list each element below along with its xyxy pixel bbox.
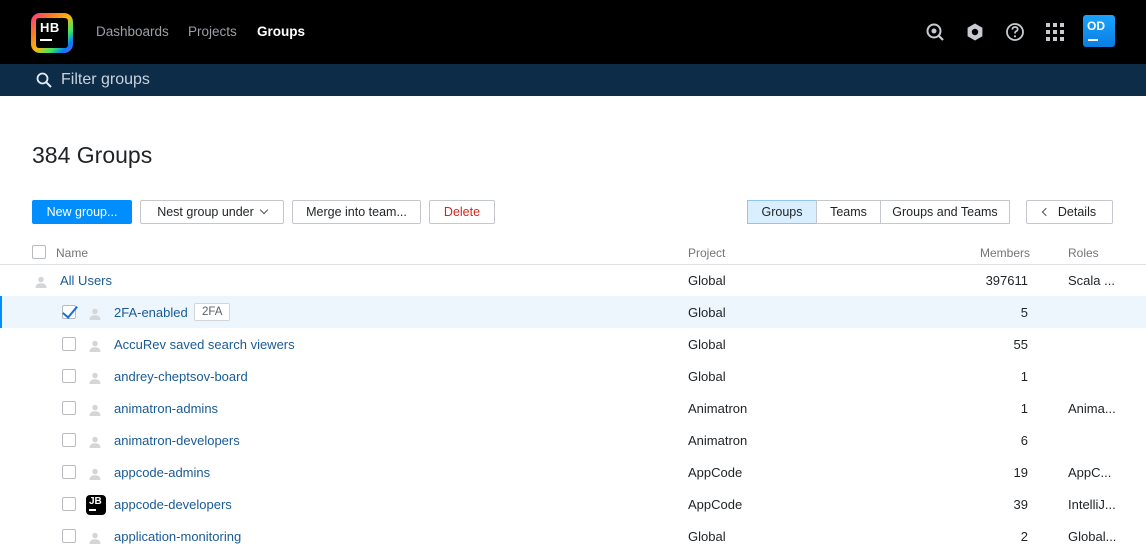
- group-icon: [88, 339, 102, 353]
- selection-indicator: [0, 296, 2, 328]
- table-row[interactable]: animatron-developers Animatron 6: [0, 424, 1146, 456]
- logo-text: HB: [40, 20, 60, 35]
- table-row[interactable]: application-monitoring Global 2 Global..…: [0, 520, 1146, 552]
- group-project: Animatron: [688, 401, 748, 416]
- filter-bar: [0, 64, 1146, 96]
- table-row[interactable]: andrey-cheptsov-board Global 1: [0, 360, 1146, 392]
- merge-into-team-button[interactable]: Merge into team...: [292, 200, 421, 224]
- view-toggle-groups-and-teams[interactable]: Groups and Teams: [880, 200, 1010, 224]
- jb-letters: JB: [89, 496, 102, 507]
- avatar-bar: [1088, 39, 1098, 41]
- group-members-count: 1: [1020, 401, 1028, 416]
- group-icon: [88, 435, 102, 449]
- group-members-count: 55: [1013, 337, 1028, 352]
- chevron-down-icon: [259, 205, 269, 215]
- nav-dashboards[interactable]: Dashboards: [96, 24, 169, 39]
- nest-group-label: Nest group under: [157, 205, 254, 219]
- group-project: Global: [688, 273, 726, 288]
- group-roles: Anima...: [1068, 401, 1116, 416]
- group-roles: Global...: [1068, 529, 1117, 544]
- jetbrains-logo-icon: JB: [86, 495, 106, 515]
- logo-bar: [40, 39, 52, 41]
- search-icon: [36, 72, 52, 88]
- top-header: HB Dashboards Projects Groups OD: [0, 0, 1146, 64]
- group-name-link[interactable]: AccuRev saved search viewers: [114, 337, 295, 352]
- row-checkbox[interactable]: [62, 433, 76, 447]
- filter-groups-input[interactable]: [61, 70, 561, 90]
- group-icon: [88, 403, 102, 417]
- user-avatar[interactable]: OD: [1083, 15, 1115, 47]
- group-tag-badge: 2FA: [194, 303, 231, 321]
- details-button[interactable]: Details: [1026, 200, 1113, 224]
- details-label: Details: [1057, 205, 1097, 219]
- group-name-link[interactable]: animatron-developers: [114, 433, 240, 448]
- row-checkbox[interactable]: [62, 497, 76, 511]
- table-row[interactable]: JB appcode-developers AppCode 39 Intelli…: [0, 488, 1146, 520]
- row-checkbox[interactable]: [62, 305, 76, 319]
- page-title: 384 Groups: [32, 142, 153, 168]
- new-group-button[interactable]: New group...: [32, 200, 132, 224]
- select-all-checkbox[interactable]: [32, 245, 46, 259]
- jb-bar: [89, 509, 96, 511]
- group-members-count: 39: [1013, 497, 1028, 512]
- search-analysis-icon[interactable]: [925, 22, 945, 42]
- row-checkbox[interactable]: [62, 529, 76, 543]
- column-header-project[interactable]: Project: [688, 246, 725, 260]
- group-icon: [88, 371, 102, 385]
- row-checkbox[interactable]: [62, 337, 76, 351]
- nest-group-under-button[interactable]: Nest group under: [140, 200, 284, 224]
- group-icon: [34, 275, 48, 289]
- group-name-link[interactable]: appcode-admins: [114, 465, 210, 480]
- group-project: AppCode: [688, 465, 743, 480]
- table-row[interactable]: AccuRev saved search viewers Global 55: [0, 328, 1146, 360]
- group-members-count: 1: [1020, 369, 1028, 384]
- column-header-members[interactable]: Members: [980, 246, 1030, 260]
- settings-icon[interactable]: [965, 22, 985, 42]
- apps-grid-icon[interactable]: [1045, 22, 1065, 42]
- group-roles: Scala ...: [1068, 273, 1115, 288]
- delete-button[interactable]: Delete: [429, 200, 495, 224]
- group-roles: AppC...: [1068, 465, 1112, 480]
- group-members-count: 5: [1020, 305, 1028, 320]
- logo-inner: HB: [36, 18, 68, 48]
- group-icon: [88, 467, 102, 481]
- group-name-link[interactable]: application-monitoring: [114, 529, 241, 544]
- table-row[interactable]: All Users Global 397611 Scala ...: [0, 264, 1146, 296]
- view-toggle-teams[interactable]: Teams: [816, 200, 881, 224]
- group-name-link[interactable]: appcode-developers: [114, 497, 232, 512]
- column-header-name[interactable]: Name: [56, 246, 88, 260]
- group-icon: [88, 531, 102, 545]
- group-name-link[interactable]: All Users: [60, 273, 112, 288]
- group-project: Global: [688, 337, 726, 352]
- hub-logo[interactable]: HB: [31, 13, 73, 53]
- column-header-roles[interactable]: Roles: [1068, 246, 1099, 260]
- group-project: Global: [688, 529, 726, 544]
- chevron-left-icon: [1041, 207, 1051, 217]
- group-project: Global: [688, 305, 726, 320]
- help-icon[interactable]: [1005, 22, 1025, 42]
- group-name-link[interactable]: animatron-admins: [114, 401, 218, 416]
- group-project: Animatron: [688, 433, 748, 448]
- table-row[interactable]: appcode-admins AppCode 19 AppC...: [0, 456, 1146, 488]
- row-checkbox[interactable]: [62, 465, 76, 479]
- row-checkbox[interactable]: [62, 369, 76, 383]
- group-icon: [88, 307, 102, 321]
- group-project: Global: [688, 369, 726, 384]
- group-members-count: 19: [1013, 465, 1028, 480]
- group-members-count: 2: [1020, 529, 1028, 544]
- group-name-link[interactable]: 2FA-enabled: [114, 305, 188, 320]
- group-roles: IntelliJ...: [1068, 497, 1116, 512]
- view-toggle-groups[interactable]: Groups: [747, 200, 817, 224]
- nav-projects[interactable]: Projects: [188, 24, 237, 39]
- avatar-initials: OD: [1087, 19, 1105, 33]
- table-row[interactable]: 2FA-enabled 2FA Global 5: [0, 296, 1146, 328]
- nav-groups[interactable]: Groups: [257, 24, 305, 39]
- group-members-count: 6: [1020, 433, 1028, 448]
- row-checkbox[interactable]: [62, 401, 76, 415]
- group-members-count: 397611: [985, 273, 1028, 288]
- group-name-link[interactable]: andrey-cheptsov-board: [114, 369, 248, 384]
- table-row[interactable]: animatron-admins Animatron 1 Anima...: [0, 392, 1146, 424]
- group-project: AppCode: [688, 497, 743, 512]
